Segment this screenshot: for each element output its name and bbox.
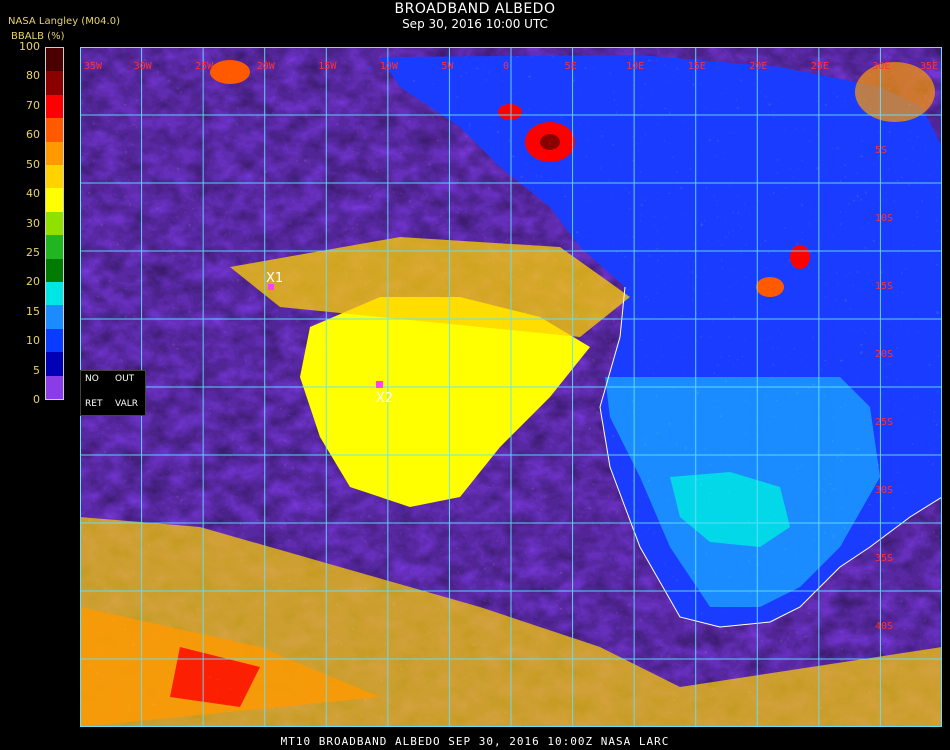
colorbar-tick-label: 80 (26, 69, 40, 83)
latitude-label: 35S (875, 553, 893, 564)
colorbar-swatch (46, 235, 63, 259)
longitude-label: 10W (380, 61, 399, 72)
colorbar-tick-label: 20 (26, 275, 40, 289)
colorbar-tick-label: 100 (19, 40, 40, 53)
map-title: BROADBAND ALBEDO (394, 1, 556, 17)
longitude-label: 15W (318, 61, 337, 72)
colorbar-swatch (46, 328, 63, 353)
longitude-label: 30E (872, 61, 890, 72)
longitude-label: 20E (749, 61, 767, 72)
colorbar (45, 47, 64, 400)
longitude-label: 25W (195, 61, 214, 72)
colorbar-tick-label: 25 (26, 245, 40, 259)
colorbar-swatch (46, 165, 63, 189)
colorbar-tick-label: 60 (26, 128, 40, 142)
marker-x2-label: X2 (376, 391, 393, 406)
colorbar-swatch (46, 141, 63, 166)
colorbar-swatch (46, 94, 63, 119)
colorbar-tick-label: 30 (26, 216, 40, 230)
latitude-label: 25S (875, 417, 893, 428)
colorbar-swatch (46, 188, 63, 212)
longitude-label: 25E (811, 61, 829, 72)
colorbar-swatch (46, 282, 63, 306)
longitude-label: 30W (134, 61, 153, 72)
colorbar-tick-label: 0 (33, 393, 40, 406)
marker-x1-label: X1 (266, 271, 283, 286)
colorbar-tick-label: 15 (26, 304, 40, 318)
latitude-label: 20S (875, 349, 893, 360)
longitude-label: 35E (920, 61, 938, 72)
producer-label: NASA Langley (M04.0) (8, 16, 120, 27)
colorbar-swatch (46, 258, 63, 283)
colorbar-tick-label: 70 (26, 98, 40, 112)
legend-out: OUT (115, 374, 135, 384)
colorbar-tick-label: 10 (26, 334, 40, 348)
legend-ret: RET (85, 399, 103, 409)
legend-no: NO (85, 374, 99, 384)
colorbar-tick-label: 5 (33, 363, 40, 377)
colorbar-tick-label: 40 (26, 187, 40, 201)
latitude-label: 15S (875, 281, 893, 292)
colorbar-swatch (46, 305, 63, 329)
latitude-label: 30S (875, 485, 893, 496)
latitude-label: 40S (875, 621, 893, 632)
longitude-label: 0 (503, 61, 509, 72)
colorbar-swatch (46, 118, 63, 142)
colorbar-swatch (46, 375, 63, 400)
longitude-label: 10E (626, 61, 644, 72)
longitude-label: 20W (257, 61, 276, 72)
albedo-map: 35W 30W 25W 20W 15W 10W 5W 0 5E 10E 15E 20E 25E 30E 35… (80, 47, 942, 727)
legend-valr: VALR (115, 399, 139, 409)
colorbar-swatch (46, 211, 63, 236)
footer-caption: MT10 BROADBAND ALBEDO SEP 30, 2016 10:00… (280, 735, 670, 748)
latitude-label: 5S (875, 145, 887, 156)
missing-data-legend: NO OUT RET VALR (80, 370, 146, 416)
marker-x2-dot (376, 381, 383, 388)
longitude-label: 5W (441, 61, 454, 72)
colorbar-swatch (46, 71, 63, 95)
colorbar-swatch (46, 48, 63, 72)
latitude-label: 10S (875, 213, 893, 224)
longitude-label: 15E (688, 61, 706, 72)
longitude-label: 5E (565, 61, 577, 72)
colorbar-swatch (46, 352, 63, 376)
longitude-label: 35W (84, 61, 103, 72)
colorbar-tick-label: 50 (26, 157, 40, 171)
map-subtitle: Sep 30, 2016 10:00 UTC (402, 17, 548, 31)
